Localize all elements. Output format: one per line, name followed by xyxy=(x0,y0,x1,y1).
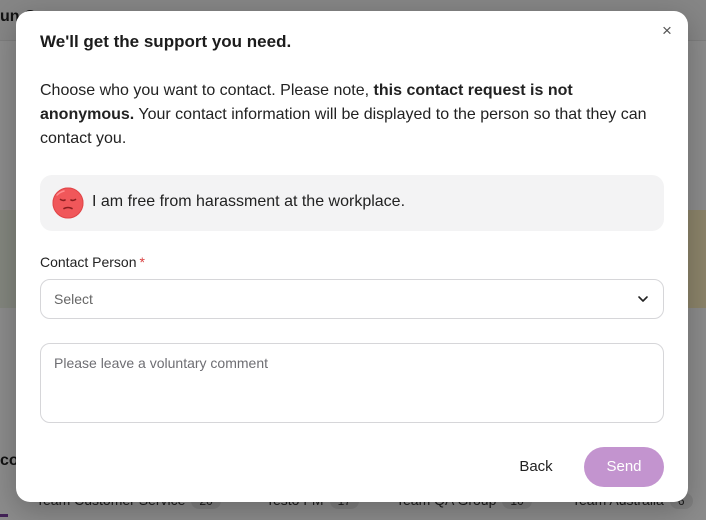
contact-person-select[interactable]: Select xyxy=(40,279,664,319)
send-button[interactable]: Send xyxy=(584,447,664,487)
intro-text-part1: Choose who you want to contact. Please n… xyxy=(40,82,374,99)
statement-card: I am free from harassment at the workpla… xyxy=(40,175,664,231)
sad-face-icon xyxy=(52,187,84,219)
close-icon: × xyxy=(662,21,672,40)
chevron-down-icon xyxy=(638,296,648,302)
contact-person-label: Contact Person * xyxy=(40,254,145,270)
comment-textarea[interactable]: Please leave a voluntary comment xyxy=(40,343,664,423)
intro-text: Choose who you want to contact. Please n… xyxy=(40,79,670,151)
modal-title: We'll get the support you need. xyxy=(40,32,292,51)
required-marker: * xyxy=(139,254,145,270)
back-button[interactable]: Back xyxy=(504,448,568,486)
comment-placeholder: Please leave a voluntary comment xyxy=(54,355,268,371)
statement-text: I am free from harassment at the workpla… xyxy=(92,193,406,210)
close-button[interactable]: × xyxy=(658,21,676,41)
contact-modal: × We'll get the support you need. Choose… xyxy=(16,11,688,502)
contact-person-label-text: Contact Person xyxy=(40,254,137,270)
select-placeholder: Select xyxy=(54,291,93,307)
